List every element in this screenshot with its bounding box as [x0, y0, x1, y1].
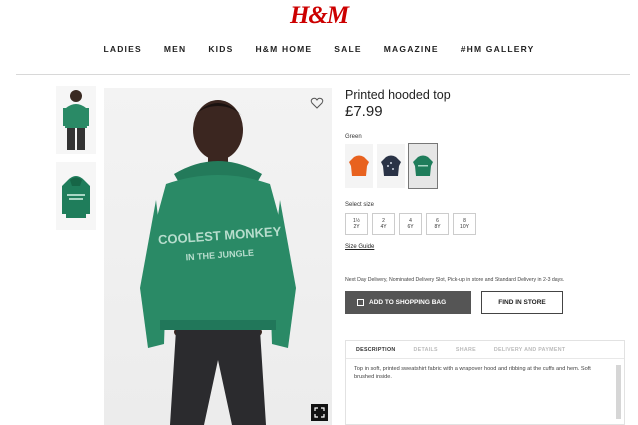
swatch-green[interactable] — [408, 143, 438, 189]
swatch-orange[interactable] — [345, 144, 373, 188]
nav-item-men[interactable]: MEN — [164, 44, 187, 54]
nav-item-home[interactable]: H&M HOME — [255, 44, 312, 54]
color-swatches — [345, 143, 625, 189]
brand-logo[interactable]: H&M — [0, 2, 638, 30]
size-option[interactable]: 4 6Y — [399, 213, 422, 235]
nav-item-gallery[interactable]: #HM GALLERY — [461, 44, 535, 54]
nav-item-sale[interactable]: SALE — [334, 44, 361, 54]
header-divider — [16, 74, 630, 75]
swatch-navy[interactable] — [377, 144, 405, 188]
product-main-image[interactable]: COOLEST MONKEY IN THE JUNGLE — [104, 88, 332, 425]
product-info: Printed hooded top £7.99 Green Select si… — [345, 88, 625, 314]
size-selector: 1½ 2Y 2 4Y 4 6Y 6 8Y 8 10Y — [345, 213, 625, 235]
product-price: £7.99 — [345, 103, 383, 120]
tab-share[interactable]: SHARE — [456, 347, 476, 358]
add-to-bag-button[interactable]: ADD TO SHOPPING BAG — [345, 291, 471, 314]
main-nav: LADIES MEN KIDS H&M HOME SALE MAGAZINE #… — [0, 44, 638, 54]
scrollbar[interactable] — [616, 365, 621, 419]
nav-item-ladies[interactable]: LADIES — [103, 44, 141, 54]
delivery-info: Next Day Delivery, Nominated Delivery Sl… — [345, 277, 565, 283]
add-to-bag-label: ADD TO SHOPPING BAG — [369, 299, 447, 306]
thumbnail-product[interactable] — [56, 162, 96, 230]
size-option[interactable]: 8 10Y — [453, 213, 476, 235]
tab-delivery-payment[interactable]: DELIVERY AND PAYMENT — [494, 347, 565, 358]
product-title: Printed hooded top — [345, 88, 451, 102]
thumbnail-strip — [56, 86, 100, 238]
product-description: Top in soft, printed sweatshirt fabric w… — [354, 366, 591, 380]
tab-details[interactable]: DETAILS — [414, 347, 438, 358]
color-label: Green — [345, 134, 362, 140]
heart-icon[interactable] — [310, 96, 324, 110]
size-label: Select size — [345, 202, 375, 208]
tab-description[interactable]: DESCRIPTION — [356, 347, 396, 358]
nav-item-kids[interactable]: KIDS — [208, 44, 233, 54]
product-tabs-panel: DESCRIPTION DETAILS SHARE DELIVERY AND P… — [345, 340, 625, 425]
size-option[interactable]: 1½ 2Y — [345, 213, 368, 235]
shopping-bag-icon — [357, 299, 364, 306]
size-option[interactable]: 6 8Y — [426, 213, 449, 235]
product-tabs: DESCRIPTION DETAILS SHARE DELIVERY AND P… — [346, 341, 624, 359]
find-in-store-button[interactable]: FIND IN STORE — [481, 291, 563, 314]
action-buttons: ADD TO SHOPPING BAG FIND IN STORE — [345, 291, 625, 314]
thumbnail-model[interactable] — [56, 86, 96, 154]
nav-item-magazine[interactable]: MAGAZINE — [384, 44, 439, 54]
fullscreen-icon[interactable] — [311, 404, 328, 421]
size-option[interactable]: 2 4Y — [372, 213, 395, 235]
size-guide-link[interactable]: Size Guide — [345, 244, 374, 250]
